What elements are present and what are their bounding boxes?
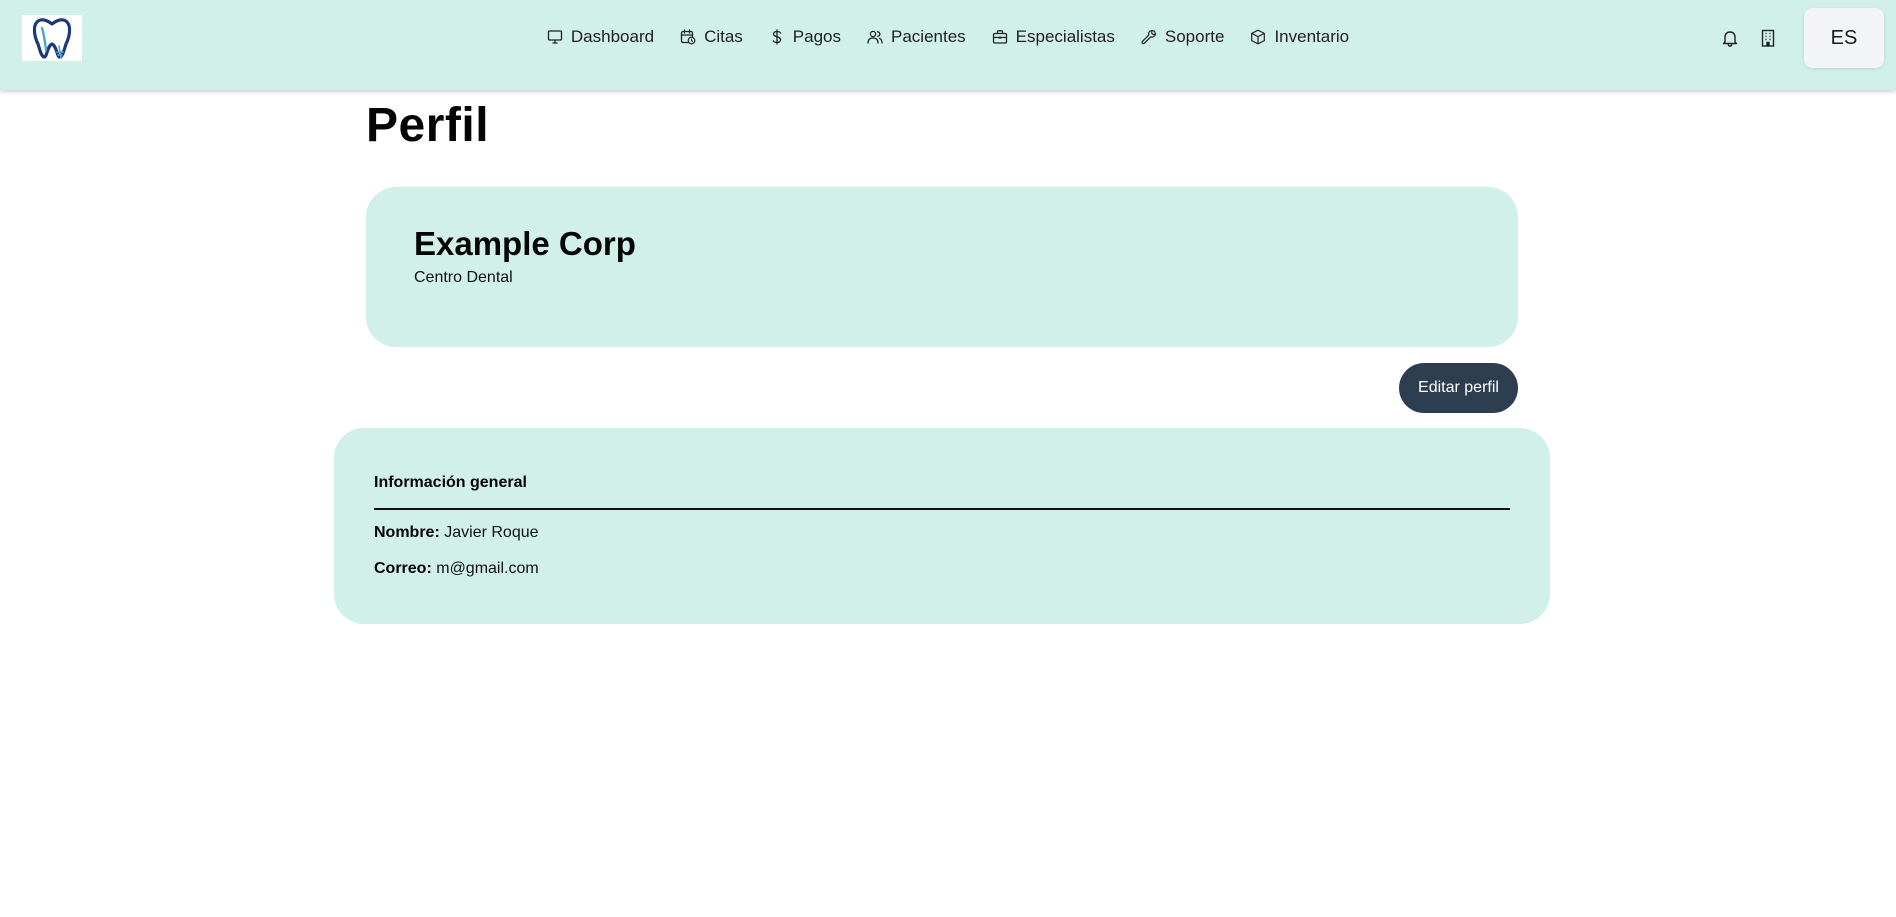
monitor-icon bbox=[547, 30, 563, 44]
nav-label-pacientes: Pacientes bbox=[891, 27, 966, 46]
calendar-clock-icon bbox=[680, 29, 696, 45]
nav-label-soporte: Soporte bbox=[1164, 27, 1225, 46]
nav-item-pagos[interactable]: Pagos bbox=[756, 17, 854, 57]
company-card: Example Corp Centro Dental bbox=[366, 187, 1518, 347]
info-row-email: Correo: m@gmail.com bbox=[374, 560, 539, 578]
nav-item-citas[interactable]: Citas bbox=[667, 17, 756, 57]
name-value: Javier Roque bbox=[444, 524, 539, 541]
building-icon[interactable] bbox=[1758, 28, 1778, 48]
email-label: Correo: bbox=[374, 560, 432, 577]
company-name: Example Corp bbox=[414, 225, 636, 262]
nav-label-pagos: Pagos bbox=[792, 27, 841, 46]
dollar-icon bbox=[772, 29, 782, 45]
nav-label-dashboard: Dashboard bbox=[570, 27, 655, 46]
bell-icon[interactable] bbox=[1720, 28, 1740, 48]
email-value: m@gmail.com bbox=[436, 560, 539, 577]
name-label: Nombre: bbox=[374, 524, 440, 541]
nav-item-inventario[interactable]: Inventario bbox=[1237, 17, 1362, 57]
divider bbox=[374, 508, 1510, 510]
nav-item-especialistas[interactable]: Especialistas bbox=[979, 17, 1128, 57]
box-icon bbox=[1251, 29, 1266, 45]
edit-profile-button[interactable]: Editar perfil bbox=[1399, 363, 1518, 413]
company-type: Centro Dental bbox=[414, 269, 513, 286]
top-navbar: Dashboard Citas Pagos Pacientes Especial… bbox=[0, 0, 1896, 90]
wrench-icon bbox=[1141, 29, 1156, 45]
header-tools: ES bbox=[1720, 8, 1884, 68]
language-button[interactable]: ES bbox=[1804, 8, 1884, 68]
nav-label-especialistas: Especialistas bbox=[1015, 27, 1115, 46]
users-icon bbox=[867, 30, 883, 44]
main-nav: Dashboard Citas Pagos Pacientes Especial… bbox=[0, 0, 1896, 74]
nav-item-pacientes[interactable]: Pacientes bbox=[854, 17, 979, 57]
nav-label-citas: Citas bbox=[704, 27, 743, 46]
general-info-title: Información general bbox=[374, 474, 527, 491]
nav-label-inventario: Inventario bbox=[1274, 27, 1350, 46]
nav-item-soporte[interactable]: Soporte bbox=[1128, 17, 1238, 57]
briefcase-icon bbox=[992, 30, 1007, 44]
nav-item-dashboard[interactable]: Dashboard bbox=[534, 17, 667, 57]
general-info-card: Información general Nombre: Javier Roque… bbox=[334, 428, 1550, 624]
info-row-name: Nombre: Javier Roque bbox=[374, 524, 539, 542]
page-title: Perfil bbox=[366, 99, 490, 152]
